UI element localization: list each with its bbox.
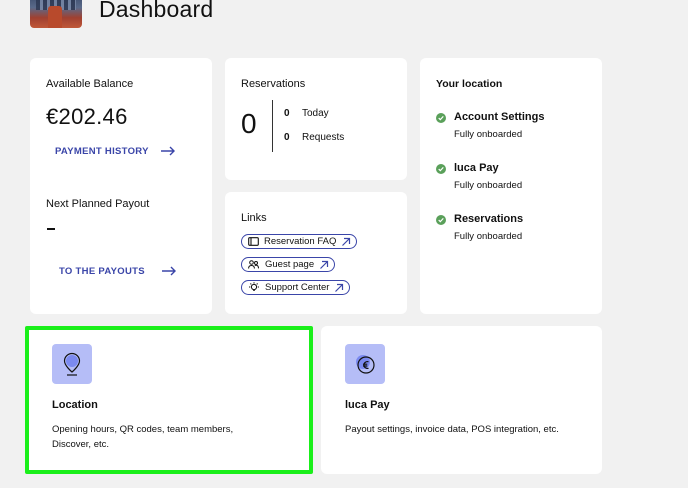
external-arrow-icon	[335, 283, 344, 292]
reservations-card[interactable]: Reservations 0 0 Today 0 Requests	[225, 58, 407, 180]
euro-coin-icon	[356, 355, 375, 374]
payment-history-label: PAYMENT HISTORY	[55, 146, 149, 157]
reservations-label: Reservations	[241, 78, 306, 90]
links-label: Links	[241, 212, 267, 224]
arrow-right-icon	[162, 266, 176, 276]
available-balance-label: Available Balance	[46, 78, 134, 90]
location-avatar	[30, 0, 82, 28]
reservation-faq-label: Reservation FAQ	[264, 236, 337, 247]
to-payouts-link[interactable]: TO THE PAYOUTS	[59, 266, 199, 277]
balance-card: Available Balance €202.46 PAYMENT HISTOR…	[30, 58, 212, 314]
check-circle-icon	[436, 113, 446, 123]
location-tile[interactable]: Location Opening hours, QR codes, team m…	[25, 326, 313, 474]
external-arrow-icon	[342, 237, 351, 246]
requests-label: Requests	[302, 132, 345, 143]
status-name: luca Pay	[454, 162, 499, 174]
guests-icon	[248, 260, 259, 269]
arrow-right-icon	[161, 146, 175, 156]
today-label: Today	[302, 108, 329, 119]
external-arrow-icon	[320, 260, 329, 269]
reservations-today: 0 Today	[284, 108, 329, 119]
luca-pay-tile-title: luca Pay	[345, 399, 390, 411]
requests-count: 0	[284, 132, 290, 143]
guest-page-link[interactable]: Guest page	[241, 257, 336, 272]
your-location-card: Your location Account Settings Fully onb…	[420, 58, 602, 314]
status-name: Reservations	[454, 213, 524, 225]
location-pin-icon	[63, 352, 81, 376]
guest-page-label: Guest page	[265, 259, 315, 270]
location-tile-description: Opening hours, QR codes, team members, D…	[52, 424, 234, 450]
today-count: 0	[284, 108, 290, 119]
next-payout-value: –	[47, 228, 55, 230]
reservations-requests: 0 Requests	[284, 132, 344, 143]
luca-pay-tile[interactable]: luca Pay Payout settings, invoice data, …	[321, 326, 602, 474]
check-circle-icon	[436, 164, 446, 174]
location-tile-title: Location	[52, 399, 98, 411]
location-icon-box	[52, 344, 92, 384]
status-name: Account Settings	[454, 111, 545, 123]
balance-amount: €202.46	[46, 104, 128, 129]
divider	[272, 100, 273, 152]
payment-history-link[interactable]: PAYMENT HISTORY	[55, 146, 195, 157]
your-location-title: Your location	[436, 78, 503, 90]
support-center-label: Support Center	[265, 282, 330, 293]
next-payout-label: Next Planned Payout	[46, 198, 150, 210]
luca-pay-tile-description: Payout settings, invoice data, POS integ…	[345, 424, 559, 435]
status-text: Fully onboarded	[454, 129, 523, 140]
ticket-icon	[248, 237, 259, 246]
luca-pay-icon-box	[345, 344, 385, 384]
status-text: Fully onboarded	[454, 231, 523, 242]
links-card: Links Reservation FAQ Guest page Support…	[225, 192, 407, 314]
lightbulb-icon	[249, 282, 259, 291]
page-title: Dashboard	[99, 0, 214, 22]
reservations-total: 0	[241, 108, 257, 139]
status-text: Fully onboarded	[454, 180, 523, 191]
to-payouts-label: TO THE PAYOUTS	[59, 266, 145, 277]
support-center-link[interactable]: Support Center	[241, 280, 351, 295]
check-circle-icon	[436, 215, 446, 225]
reservation-faq-link[interactable]: Reservation FAQ	[241, 234, 358, 249]
